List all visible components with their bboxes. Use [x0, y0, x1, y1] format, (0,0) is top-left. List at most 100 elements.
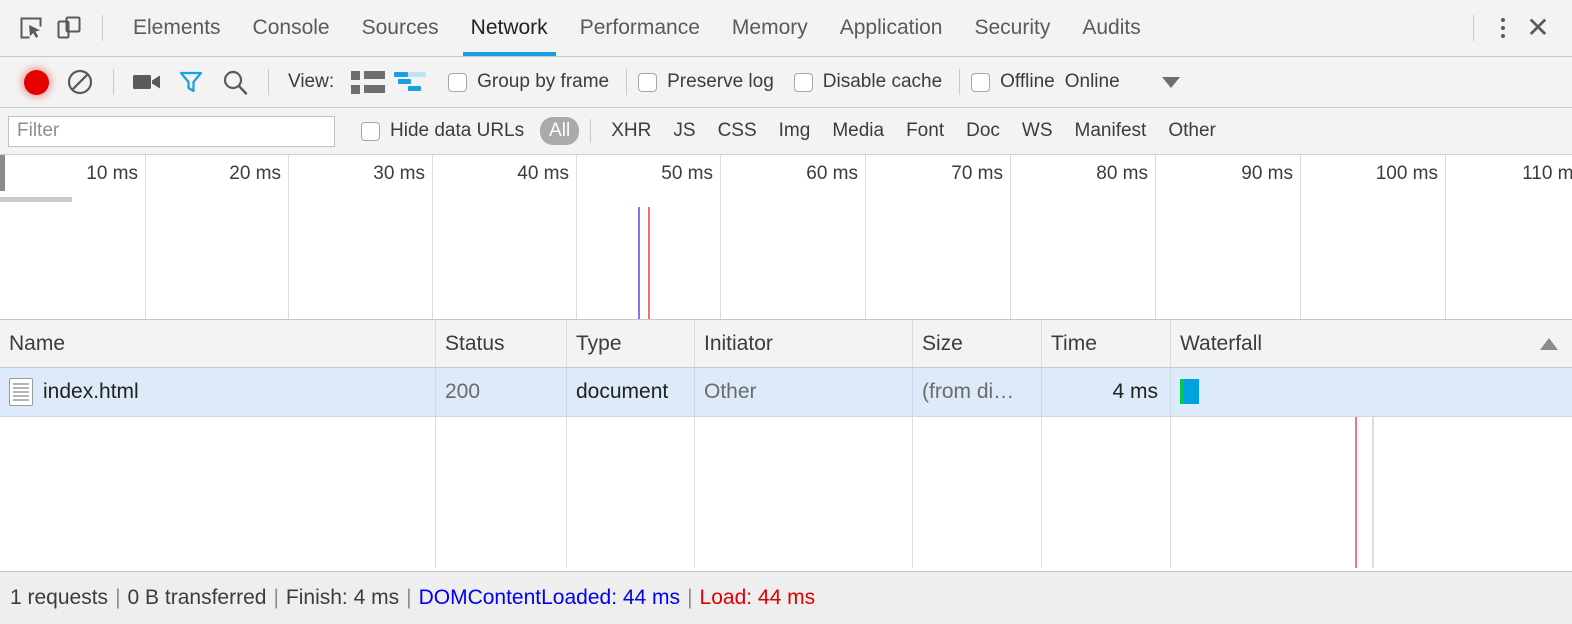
tab-sources[interactable]: Sources — [346, 0, 455, 56]
cell-initiator: Other — [695, 368, 913, 416]
list-view-icon[interactable] — [346, 62, 390, 102]
tab-security[interactable]: Security — [958, 0, 1066, 56]
cell-waterfall[interactable] — [1171, 368, 1572, 416]
checkbox-box[interactable] — [448, 72, 468, 92]
overview-tick: 90 ms — [1156, 155, 1301, 319]
inspect-element-icon[interactable] — [12, 9, 50, 47]
tab-memory[interactable]: Memory — [716, 0, 824, 56]
network-toolbar: View: Group by frame Preserve log Disabl… — [0, 57, 1572, 108]
filter-chip-ws[interactable]: WS — [1013, 117, 1062, 145]
overview-tick: 30 ms — [289, 155, 433, 319]
filter-chip-font[interactable]: Font — [897, 117, 953, 145]
table-row[interactable]: index.html 200 document Other (from di… … — [0, 368, 1572, 417]
throttling-value[interactable]: Online — [1065, 71, 1120, 93]
tab-console[interactable]: Console — [237, 0, 346, 56]
cell-time: 4 ms — [1042, 368, 1171, 416]
tab-audits[interactable]: Audits — [1066, 0, 1156, 56]
filter-input[interactable] — [8, 115, 335, 147]
column-header-label: Waterfall — [1180, 331, 1263, 355]
offline-checkbox[interactable]: Offline — [971, 71, 1055, 93]
close-icon[interactable]: ✕ — [1518, 10, 1558, 46]
tab-label: Audits — [1082, 16, 1141, 39]
cell-status: 200 — [436, 368, 567, 416]
filter-chip-manifest[interactable]: Manifest — [1066, 117, 1156, 145]
tab-label: Network — [470, 16, 548, 39]
tab-performance[interactable]: Performance — [564, 0, 716, 56]
search-icon[interactable] — [213, 62, 257, 102]
dom-content-loaded-line — [638, 207, 640, 319]
status-separator: | — [115, 586, 121, 609]
filter-chip-doc[interactable]: Doc — [957, 117, 1009, 145]
tab-label: Elements — [133, 16, 221, 39]
overview-tick: 60 ms — [721, 155, 866, 319]
tab-label: Console — [252, 16, 330, 39]
load-line — [648, 207, 650, 319]
clear-icon[interactable] — [58, 62, 102, 102]
tab-application[interactable]: Application — [824, 0, 959, 56]
checkbox-box[interactable] — [361, 121, 380, 141]
checkbox-box[interactable] — [638, 72, 658, 92]
dom-content-loaded-time: DOMContentLoaded: 44 ms — [418, 586, 681, 609]
column-header-type[interactable]: Type — [567, 320, 695, 367]
overview-tick: 10 ms — [0, 155, 146, 319]
chevron-down-icon[interactable] — [1161, 76, 1180, 88]
toolbar-divider — [959, 69, 961, 95]
column-header-time[interactable]: Time — [1042, 320, 1171, 367]
cell-size: (from di… — [913, 368, 1042, 416]
filter-divider — [590, 119, 592, 143]
filter-chip-js[interactable]: JS — [664, 117, 704, 145]
status-separator: | — [273, 586, 279, 609]
waterfall-download-segment — [1184, 379, 1199, 404]
toolbar-divider — [113, 69, 114, 95]
network-status-bar: 1 requests | 0 B transferred | Finish: 4… — [0, 571, 1572, 624]
devtools-tab-bar: Elements Console Sources Network Perform… — [0, 0, 1572, 57]
tab-label: Security — [974, 16, 1051, 39]
network-overview-timeline[interactable]: 10 ms 20 ms 30 ms 40 ms 50 ms 60 ms 70 m… — [0, 155, 1572, 320]
disable-cache-checkbox[interactable]: Disable cache — [793, 71, 942, 93]
more-options-icon[interactable] — [1488, 11, 1518, 45]
transferred-size: 0 B transferred — [127, 586, 267, 609]
filter-chip-img[interactable]: Img — [770, 117, 820, 145]
load-time: Load: 44 ms — [699, 586, 816, 609]
checkbox-box[interactable] — [971, 72, 991, 92]
tab-label: Memory — [731, 16, 808, 39]
overview-tick: 110 ms — [1446, 155, 1572, 319]
group-by-frame-checkbox[interactable]: Group by frame — [448, 71, 609, 93]
status-separator: | — [406, 586, 412, 609]
tab-label: Performance — [579, 16, 700, 39]
toolbar-divider — [626, 69, 628, 95]
column-header-waterfall[interactable]: Waterfall — [1171, 320, 1572, 367]
record-button-icon[interactable] — [14, 62, 58, 102]
filter-icon[interactable] — [169, 62, 213, 102]
tab-label: Sources — [361, 16, 439, 39]
hide-data-urls-checkbox[interactable]: Hide data URLs — [361, 120, 524, 142]
device-toolbar-icon[interactable] — [50, 9, 88, 47]
overview-tick: 80 ms — [1011, 155, 1156, 319]
table-body: index.html 200 document Other (from di… … — [0, 368, 1572, 568]
filter-chip-other[interactable]: Other — [1159, 117, 1225, 145]
checkbox-label: Offline — [1000, 71, 1055, 92]
cell-type: document — [567, 368, 695, 416]
checkbox-label: Preserve log — [667, 71, 774, 92]
checkbox-box[interactable] — [793, 72, 813, 92]
overview-tick: 20 ms — [146, 155, 289, 319]
waterfall-view-icon[interactable] — [390, 62, 434, 102]
column-header-status[interactable]: Status — [436, 320, 567, 367]
filter-chip-media[interactable]: Media — [823, 117, 893, 145]
column-header-name[interactable]: Name — [0, 320, 436, 367]
preserve-log-checkbox[interactable]: Preserve log — [638, 71, 774, 93]
view-label: View: — [288, 71, 335, 92]
tab-network[interactable]: Network — [455, 0, 564, 56]
capture-screenshots-icon[interactable] — [125, 62, 169, 102]
filter-chip-css[interactable]: CSS — [709, 117, 766, 145]
cell-name[interactable]: index.html — [0, 368, 436, 416]
filter-chip-all[interactable]: All — [540, 117, 580, 145]
column-header-size[interactable]: Size — [913, 320, 1042, 367]
toolbar-divider — [1473, 15, 1474, 41]
column-header-initiator[interactable]: Initiator — [695, 320, 913, 367]
network-request-table: Name Status Type Initiator Size Time Wat… — [0, 320, 1572, 569]
tab-label: Application — [839, 16, 943, 39]
filter-chip-xhr[interactable]: XHR — [602, 117, 660, 145]
tab-elements[interactable]: Elements — [117, 0, 237, 56]
request-name: index.html — [43, 380, 139, 403]
